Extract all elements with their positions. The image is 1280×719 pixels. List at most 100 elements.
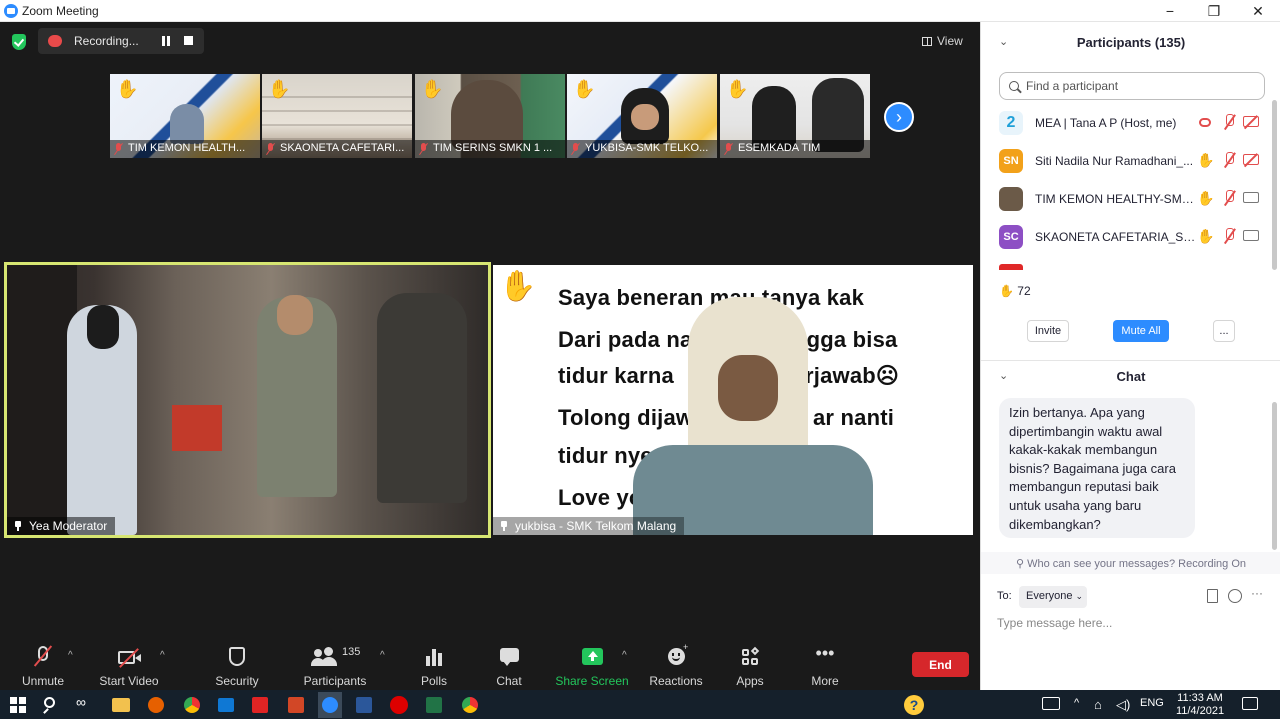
recording-cloud-icon xyxy=(48,35,62,47)
security-label: Security xyxy=(215,674,259,688)
security-button[interactable]: Security xyxy=(212,640,262,690)
video-on-icon[interactable] xyxy=(1243,192,1259,203)
participant-thumbnail[interactable]: ✋ YUKBISA-SMK TELKO... xyxy=(567,74,717,158)
zoom-taskbar-icon[interactable] xyxy=(318,692,342,718)
system-clock[interactable]: 11:33 AM 11/4/2021 xyxy=(1168,692,1232,718)
share-screen-button[interactable]: Share Screen xyxy=(555,640,629,690)
file-icon[interactable] xyxy=(1207,589,1218,603)
file-explorer-icon[interactable] xyxy=(112,698,130,712)
polls-button[interactable]: Polls xyxy=(414,640,454,690)
next-page-arrow-icon[interactable]: › xyxy=(884,102,914,132)
end-meeting-button[interactable]: End xyxy=(912,652,969,677)
more-dots-icon: ••• xyxy=(815,643,835,663)
muted-mic-icon[interactable] xyxy=(1223,114,1235,130)
audio-options-chevron-icon[interactable]: ^ xyxy=(68,650,73,661)
emoji-icon[interactable] xyxy=(1228,589,1242,603)
recipient-select[interactable]: Everyone ⌄ xyxy=(1019,586,1087,608)
chat-scrollbar[interactable] xyxy=(1272,402,1277,550)
more-dots-icon[interactable]: ··· xyxy=(1251,586,1263,600)
raised-hand-icon: ✋ xyxy=(573,79,596,99)
close-button[interactable]: ✕ xyxy=(1236,0,1280,22)
participant-thumbnail[interactable]: ✋ ESEMKADA TIM xyxy=(720,74,870,158)
search-icon[interactable] xyxy=(40,694,62,716)
task-view-icon[interactable]: ∞ xyxy=(76,694,98,716)
participants-options-chevron-icon[interactable]: ^ xyxy=(380,650,385,661)
reactions-smiley-icon: + xyxy=(663,642,689,668)
main-video-yukbisa[interactable]: ✋ Saya beneran mau tanya kak Dari pada n… xyxy=(493,265,973,535)
chrome-icon[interactable] xyxy=(184,697,200,713)
participants-scrollbar[interactable] xyxy=(1272,100,1277,270)
keyboard-icon[interactable] xyxy=(1042,697,1060,710)
face xyxy=(631,104,659,130)
share-options-chevron-icon[interactable]: ^ xyxy=(622,650,627,661)
pause-recording-button[interactable] xyxy=(160,36,172,46)
excel-icon[interactable] xyxy=(426,697,442,713)
chat-message-input[interactable]: Type message here... xyxy=(997,616,1267,636)
participant-row[interactable]: SN Siti Nadila Nur Ramadhani_... ✋ xyxy=(981,142,1273,180)
volume-icon[interactable]: ◁) xyxy=(1116,697,1130,713)
network-icon[interactable]: ⌂ xyxy=(1094,697,1102,712)
mute-all-button[interactable]: Mute All xyxy=(1113,320,1169,342)
firefox-icon[interactable] xyxy=(148,697,164,713)
language-indicator[interactable]: ENG xyxy=(1140,697,1164,709)
help-icon[interactable]: ? xyxy=(904,695,924,715)
video-options-chevron-icon[interactable]: ^ xyxy=(160,650,165,661)
chat-button[interactable]: Chat xyxy=(490,640,528,690)
unmute-label: Unmute xyxy=(21,674,65,688)
thumbnail-name: TIM KEMON HEALTH... xyxy=(128,142,246,154)
participant-thumbnail[interactable]: ✋ TIM KEMON HEALTH... xyxy=(110,74,260,158)
unmute-button[interactable]: Unmute xyxy=(20,640,66,690)
slide-text-line: rjawab☹ xyxy=(805,363,900,388)
polls-icon xyxy=(421,646,447,668)
slide-text-line: Dari pada na xyxy=(558,327,693,352)
title-bar: Zoom Meeting − ❐ ✕ xyxy=(0,0,1280,22)
more-options-button[interactable]: ... xyxy=(1213,320,1235,342)
muted-mic-icon xyxy=(724,143,733,155)
main-video-moderator[interactable]: Yea Moderator xyxy=(4,262,491,538)
app-red-icon[interactable] xyxy=(390,696,408,714)
muted-mic-icon xyxy=(571,143,580,155)
video-area: Recording... View ✋ TIM KEMON HEALTH... … xyxy=(0,22,980,690)
restore-button[interactable]: ❐ xyxy=(1192,0,1236,22)
stop-recording-button[interactable] xyxy=(184,36,193,45)
minimize-button[interactable]: − xyxy=(1148,0,1192,22)
invite-button[interactable]: Invite xyxy=(1027,320,1069,342)
participants-count: 135 xyxy=(342,646,361,658)
reactions-button[interactable]: + Reactions xyxy=(648,640,704,690)
powerpoint-icon[interactable] xyxy=(288,697,304,713)
participant-row[interactable]: TIM KEMON HEALTHY-SMK... ✋ xyxy=(981,180,1273,218)
raised-hand-icon: ✋ xyxy=(116,79,139,99)
participant-row[interactable]: 2 MEA | Tana A P (Host, me) xyxy=(981,104,1273,142)
video-off-icon[interactable] xyxy=(1243,116,1259,127)
mail-icon[interactable] xyxy=(218,698,234,712)
message-visibility-note[interactable]: ⚲ Who can see your messages? Recording O… xyxy=(981,552,1280,574)
view-button[interactable]: View xyxy=(922,30,963,52)
encryption-shield-icon[interactable] xyxy=(12,34,26,50)
muted-mic-icon[interactable] xyxy=(1223,190,1235,206)
start-windows-icon[interactable] xyxy=(8,694,30,716)
participant-search-input[interactable]: Find a participant xyxy=(999,72,1265,100)
more-button[interactable]: ••• More xyxy=(806,640,844,690)
window-title: Zoom Meeting xyxy=(22,4,99,18)
participant-thumbnail[interactable]: ✋ TIM SERINS SMKN 1 ... xyxy=(415,74,565,158)
chevron-up-icon[interactable]: ^ xyxy=(1074,697,1079,709)
participant-row[interactable]: SC SKAONETA CAFETARIA_SMK... ✋ xyxy=(981,218,1273,256)
apps-button[interactable]: Apps xyxy=(732,640,768,690)
recording-label: Recording... xyxy=(74,34,139,48)
word-icon[interactable] xyxy=(356,697,372,713)
clock-time: 11:33 AM xyxy=(1177,692,1223,704)
participants-button[interactable]: 135 Participants xyxy=(302,640,368,690)
muted-mic-icon[interactable] xyxy=(1223,152,1235,168)
chrome-profile-icon[interactable] xyxy=(462,697,478,713)
video-on-icon[interactable] xyxy=(1243,230,1259,241)
video-name: yukbisa - SMK Telkom Malang xyxy=(515,519,677,533)
notifications-icon[interactable] xyxy=(1242,697,1258,710)
participant-thumbnail[interactable]: ✋ SKAONETA CAFETARI... xyxy=(262,74,412,158)
slide-text-line: ngga bisa xyxy=(793,327,898,352)
share-screen-label: Share Screen xyxy=(555,674,629,688)
video-off-icon[interactable] xyxy=(1243,154,1259,165)
product-box xyxy=(172,405,222,451)
acrobat-icon[interactable] xyxy=(252,697,268,713)
start-video-button[interactable]: Start Video xyxy=(98,640,160,690)
muted-mic-icon[interactable] xyxy=(1223,228,1235,244)
